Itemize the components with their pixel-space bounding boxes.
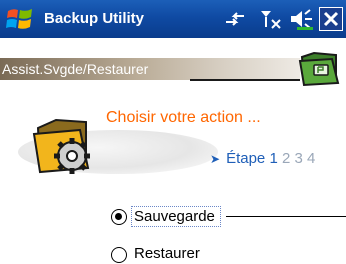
step-remaining: 2 3 4 xyxy=(281,150,316,167)
wizard-title: Assist.Svgde/Restaurer xyxy=(2,61,149,77)
radio-sauvegarde[interactable] xyxy=(111,209,127,225)
step-current: 1 xyxy=(269,150,278,167)
title-bar: Backup Utility xyxy=(0,0,346,38)
callout-line xyxy=(226,216,346,217)
option-label-restaurer[interactable]: Restaurer xyxy=(134,245,200,262)
radio-restaurer[interactable] xyxy=(111,247,127,263)
radio-selected-dot xyxy=(115,213,122,220)
close-icon xyxy=(323,11,339,27)
option-label-sauvegarde[interactable]: Sauvegarde xyxy=(134,208,215,225)
backup-folder-icon xyxy=(298,51,340,87)
settings-folder-icon xyxy=(32,118,90,174)
volume-icon[interactable] xyxy=(289,8,315,30)
close-button[interactable] xyxy=(319,7,343,31)
step-indicator: ➤ Étape 1 2 3 4 xyxy=(210,150,315,167)
step-label: Étape xyxy=(226,150,266,167)
app-title: Backup Utility xyxy=(44,10,145,27)
header-divider xyxy=(190,79,300,81)
signal-icon[interactable] xyxy=(258,8,284,30)
action-title: Choisir votre action ... xyxy=(106,109,261,126)
connectivity-icon[interactable] xyxy=(222,8,248,30)
windows-start-icon[interactable] xyxy=(5,5,35,33)
step-arrow-icon: ➤ xyxy=(210,152,221,166)
